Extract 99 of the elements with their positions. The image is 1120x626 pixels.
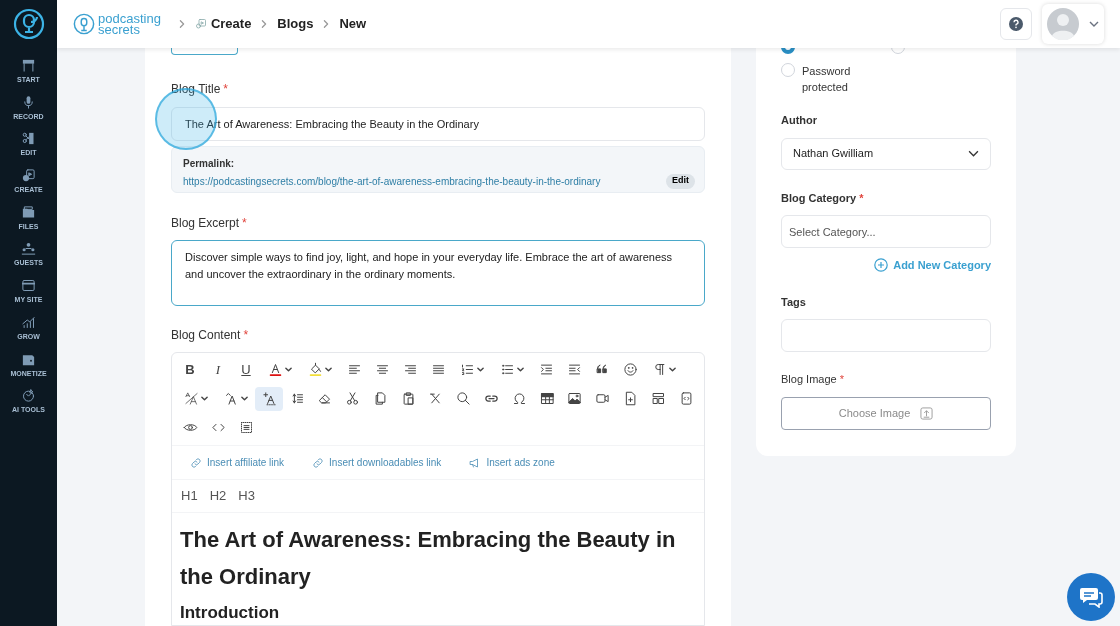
logo-icon[interactable] [12, 8, 45, 40]
growth-chart-icon [21, 314, 36, 330]
breadcrumb-link[interactable]: Create [210, 14, 252, 34]
create-icon [194, 18, 207, 30]
category-label: Blog Category [781, 190, 857, 206]
bullet-list-icon [500, 362, 515, 377]
brand-name: podcasting secrets [98, 13, 161, 35]
caret-icon [477, 367, 484, 372]
omega-icon [511, 391, 527, 406]
author-select[interactable]: Nathan Gwilliam [781, 137, 991, 170]
chat-button[interactable] [1067, 573, 1115, 621]
font-size-icon [183, 391, 199, 406]
chevron-down-icon [1089, 21, 1099, 27]
search-icon [456, 391, 472, 406]
code-block-icon [678, 391, 694, 406]
podcast-logo-icon [73, 13, 95, 35]
radio-label: Password protected [802, 64, 852, 95]
align-left-icon [346, 362, 362, 377]
toolbar-button[interactable] [255, 386, 284, 411]
image-label: Blog Image [781, 372, 837, 387]
paragraph-icon [652, 362, 667, 377]
caret-icon [517, 367, 524, 372]
required-mark: * [243, 327, 249, 344]
excerpt-textarea[interactable]: Discover simple ways to find joy, light, and hope in your everyday life. Embrace the art of awareness and uncover the extraordinary in the ordinary moments. [171, 240, 705, 306]
rich-text-editor[interactable]: B I U Insert affiliate link Insert downloadables link Insert ads zone H1 H2 H3 The Art of Awareness: Embracing the Beauty in the Ordinary Introduction [171, 352, 705, 626]
insert-link[interactable]: Insert downloadables link [312, 455, 442, 470]
insert-link[interactable]: Insert ads zone [469, 455, 555, 470]
heading-button[interactable]: H3 [238, 486, 255, 506]
content-subheading: Introduction [180, 602, 281, 624]
choose-image-button[interactable]: Choose Image [781, 396, 991, 430]
required-mark: * [839, 372, 844, 387]
format-text-icon [261, 391, 277, 406]
avatar-icon [1047, 8, 1079, 40]
title-input[interactable]: The Art of Awareness: Embracing the Beauty in the Ordinary [171, 106, 705, 141]
required-mark: * [223, 80, 229, 98]
permalink-link[interactable]: https://podcastingsecrets.com/blog/the-art-of-awareness-embracing-the-beauty-in-the-ordinary [183, 173, 601, 189]
tags-label: Tags [781, 294, 807, 310]
highlight-icon [308, 362, 323, 377]
align-justify-icon [430, 362, 446, 377]
font-color-icon [268, 362, 283, 377]
tags-field[interactable] [781, 319, 991, 352]
indent-icon [566, 362, 582, 377]
insert-link[interactable]: Insert affiliate link [190, 455, 285, 470]
caret-icon [240, 396, 248, 401]
content-label: Blog Content [171, 327, 241, 344]
heading-button[interactable]: H2 [209, 486, 227, 506]
help-button[interactable] [1000, 8, 1032, 40]
caret-icon [285, 367, 292, 372]
layout-icon [650, 391, 666, 406]
scissors-film-icon [21, 131, 36, 147]
help-icon [1009, 17, 1023, 31]
chevron-right-icon [177, 19, 186, 29]
format-button[interactable]: U [232, 357, 260, 382]
chevron-down-icon [968, 150, 979, 157]
scissors-icon [345, 391, 361, 406]
eraser-icon [317, 391, 333, 406]
people-icon [21, 241, 36, 257]
author-label: Author [781, 113, 819, 128]
chevron-right-icon [260, 19, 269, 29]
heading-button[interactable]: H1 [181, 486, 198, 506]
ordered-list-icon [460, 362, 475, 377]
permalink-label: Permalink: [183, 156, 236, 171]
video-icon [595, 391, 611, 406]
required-mark: * [242, 215, 247, 233]
caret-icon [200, 396, 208, 401]
caret-icon [325, 367, 332, 372]
caret-icon [669, 367, 676, 372]
content-heading: The Art of Awareness: Embracing the Beauty in the Ordinary [180, 526, 677, 591]
breadcrumb-link[interactable]: Blogs [277, 14, 314, 34]
excerpt-label: Blog Excerpt [171, 215, 240, 233]
image-icon [567, 391, 583, 406]
paste-icon [400, 391, 416, 406]
chat-icon [1079, 586, 1103, 608]
plus-circle-icon [874, 258, 889, 273]
ai-sparkle-icon [21, 388, 36, 404]
required-mark: * [859, 190, 864, 206]
format-button[interactable]: I [204, 357, 232, 382]
breadcrumb-link[interactable]: New [339, 14, 367, 34]
link-icon [312, 456, 325, 469]
text-case-icon [223, 391, 239, 406]
select-all-icon [238, 420, 254, 435]
upload-icon [920, 406, 934, 420]
emoji-icon [622, 362, 638, 377]
category-field[interactable]: Select Category... [781, 215, 991, 248]
chevron-right-icon [322, 19, 331, 29]
align-center-icon [374, 362, 390, 377]
browser-window-icon [21, 278, 36, 294]
format-button[interactable]: B [176, 357, 204, 382]
play-document-icon [21, 168, 36, 184]
outdent-icon [538, 362, 554, 377]
edit-button[interactable]: Edit [666, 173, 695, 189]
flag-icon [21, 58, 36, 73]
align-right-icon [402, 362, 418, 377]
folder-icon [21, 204, 36, 220]
add-episode-button[interactable] [171, 48, 238, 55]
link-icon [190, 456, 202, 469]
table-icon [539, 391, 555, 406]
copy-icon [372, 391, 388, 406]
microphone-icon [21, 94, 36, 110]
